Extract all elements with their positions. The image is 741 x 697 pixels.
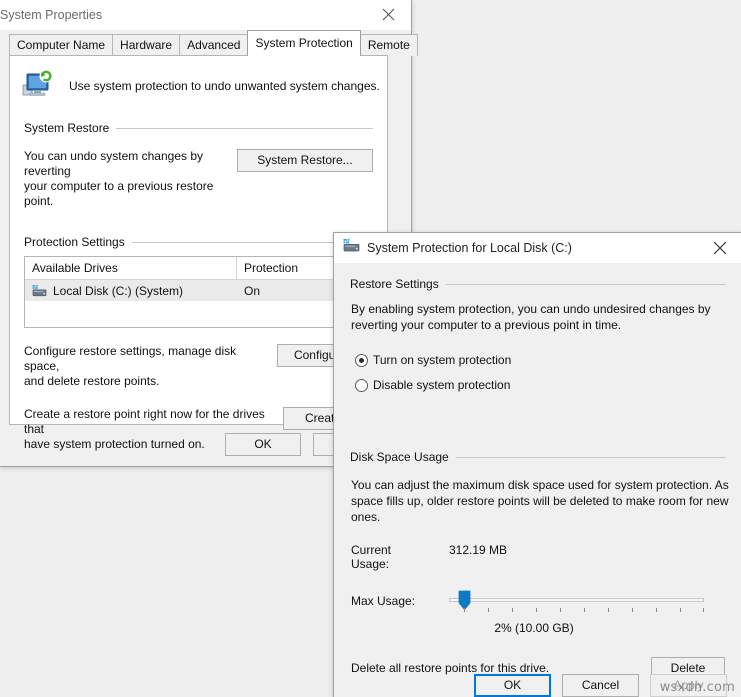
close-button-dialog[interactable] [697,233,741,262]
system-restore-description-line2: your computer to a previous restore poin… [24,179,214,208]
column-header-available-drives[interactable]: Available Drives [25,257,237,279]
tab-hardware[interactable]: Hardware [112,34,181,56]
radio-disable-system-protection[interactable]: Disable system protection [355,378,741,392]
radio-label-turn-on: Turn on system protection [373,353,512,367]
restore-settings-description-line2: reverting your computer to a previous po… [351,318,622,332]
disk-space-usage-group-label: Disk Space Usage [350,450,449,464]
disk-space-description-line2: space fills up, older restore points wil… [351,494,729,508]
tab-system-protection[interactable]: System Protection [247,30,361,56]
group-divider-line [455,456,726,458]
restore-settings-description: By enabling system protection, you can u… [351,301,741,333]
current-usage-row: Current Usage: 312.19 MB [351,543,741,571]
ok-button-dialog[interactable]: OK [474,674,551,697]
disk-space-usage-group: Disk Space Usage [334,450,741,464]
configure-description-line2: and delete restore points. [24,374,160,388]
configure-row: Configure restore settings, manage disk … [24,344,373,389]
restore-settings-group-title: Restore Settings [350,277,726,291]
disk-space-description-line3: ones. [351,510,381,524]
cancel-button-dialog[interactable]: Cancel [562,674,639,697]
cell-drive-name: Local Disk (C:) (System) [25,284,237,298]
disk-space-description-line1: You can adjust the maximum disk space us… [351,478,729,492]
titlebar-drive-icon-wrap [343,238,360,258]
max-usage-label: Max Usage: [351,594,416,608]
drives-list-header: Available Drives Protection [25,257,372,280]
watermark: wsxdn.com [659,680,735,695]
screen-root: System Properties Computer Name Hardware… [0,0,741,697]
radio-button-icon[interactable] [355,353,368,367]
system-protection-tab-panel: Use system protection to undo unwanted s… [9,55,388,451]
group-divider-line [445,283,726,285]
radio-button-icon[interactable] [355,378,368,392]
configure-description-line1: Configure restore settings, manage disk … [24,344,237,373]
close-icon [713,241,726,254]
close-button-system-properties[interactable] [366,0,411,29]
dialog-body: Restore Settings By enabling system prot… [334,277,741,697]
ok-button-system-properties[interactable]: OK [225,433,301,456]
protection-settings-group: Protection Settings Available Drives Pro… [10,235,387,452]
system-protection-icon [22,69,53,96]
restore-settings-group: Restore Settings [334,277,741,291]
disk-space-usage-description: You can adjust the maximum disk space us… [351,477,741,525]
radio-label-disable: Disable system protection [373,378,511,392]
system-restore-row: You can undo system changes by reverting… [24,149,373,209]
hard-drive-icon [32,285,47,297]
tab-advanced[interactable]: Advanced [179,34,249,56]
current-usage-value: 312.19 MB [449,543,508,557]
system-restore-description-line1: You can undo system changes by reverting [24,149,204,178]
tab-strip: Computer Name Hardware Advanced System P… [9,30,418,56]
current-usage-label: Current Usage: [351,543,392,571]
protection-settings-group-title: Protection Settings [24,235,373,249]
system-protection-dialog: System Protection for Local Disk (C:) Re… [333,232,741,697]
panel-header-text: Use system protection to undo unwanted s… [69,79,380,93]
configure-description: Configure restore settings, manage disk … [24,344,262,389]
close-icon [382,8,395,21]
slider-track[interactable] [449,598,704,602]
system-properties-title: System Properties [0,8,103,22]
hard-drive-icon [343,239,360,252]
restore-settings-description-line1: By enabling system protection, you can u… [351,302,711,316]
system-restore-group-label: System Restore [24,121,110,135]
max-usage-row: Max Usage: [351,589,741,615]
system-restore-button[interactable]: System Restore... [236,149,373,172]
system-restore-description: You can undo system changes by reverting… [24,149,237,209]
protection-settings-group-label: Protection Settings [24,235,125,249]
group-divider-line [116,127,373,129]
panel-header: Use system protection to undo unwanted s… [10,56,387,101]
system-properties-titlebar: System Properties [0,0,411,30]
table-row[interactable]: Local Disk (C:) (System) On [25,280,372,301]
max-usage-slider[interactable] [449,589,704,615]
system-restore-group-title: System Restore [24,121,373,135]
tab-computer-name[interactable]: Computer Name [9,34,114,56]
radio-turn-on-system-protection[interactable]: Turn on system protection [355,353,741,367]
restore-settings-group-label: Restore Settings [350,277,439,291]
tab-remote[interactable]: Remote [359,34,418,56]
dialog-titlebar: System Protection for Local Disk (C:) [334,233,741,263]
available-drives-list[interactable]: Available Drives Protection Local Disk (… [24,256,373,328]
system-restore-group: System Restore You can undo system chang… [10,121,387,209]
cell-drive-name-label: Local Disk (C:) (System) [53,283,184,298]
disk-space-usage-group-title: Disk Space Usage [350,450,726,464]
max-usage-value: 2% (10.00 GB) [494,621,574,635]
dialog-title: System Protection for Local Disk (C:) [367,241,572,255]
slider-ticks [449,608,704,614]
